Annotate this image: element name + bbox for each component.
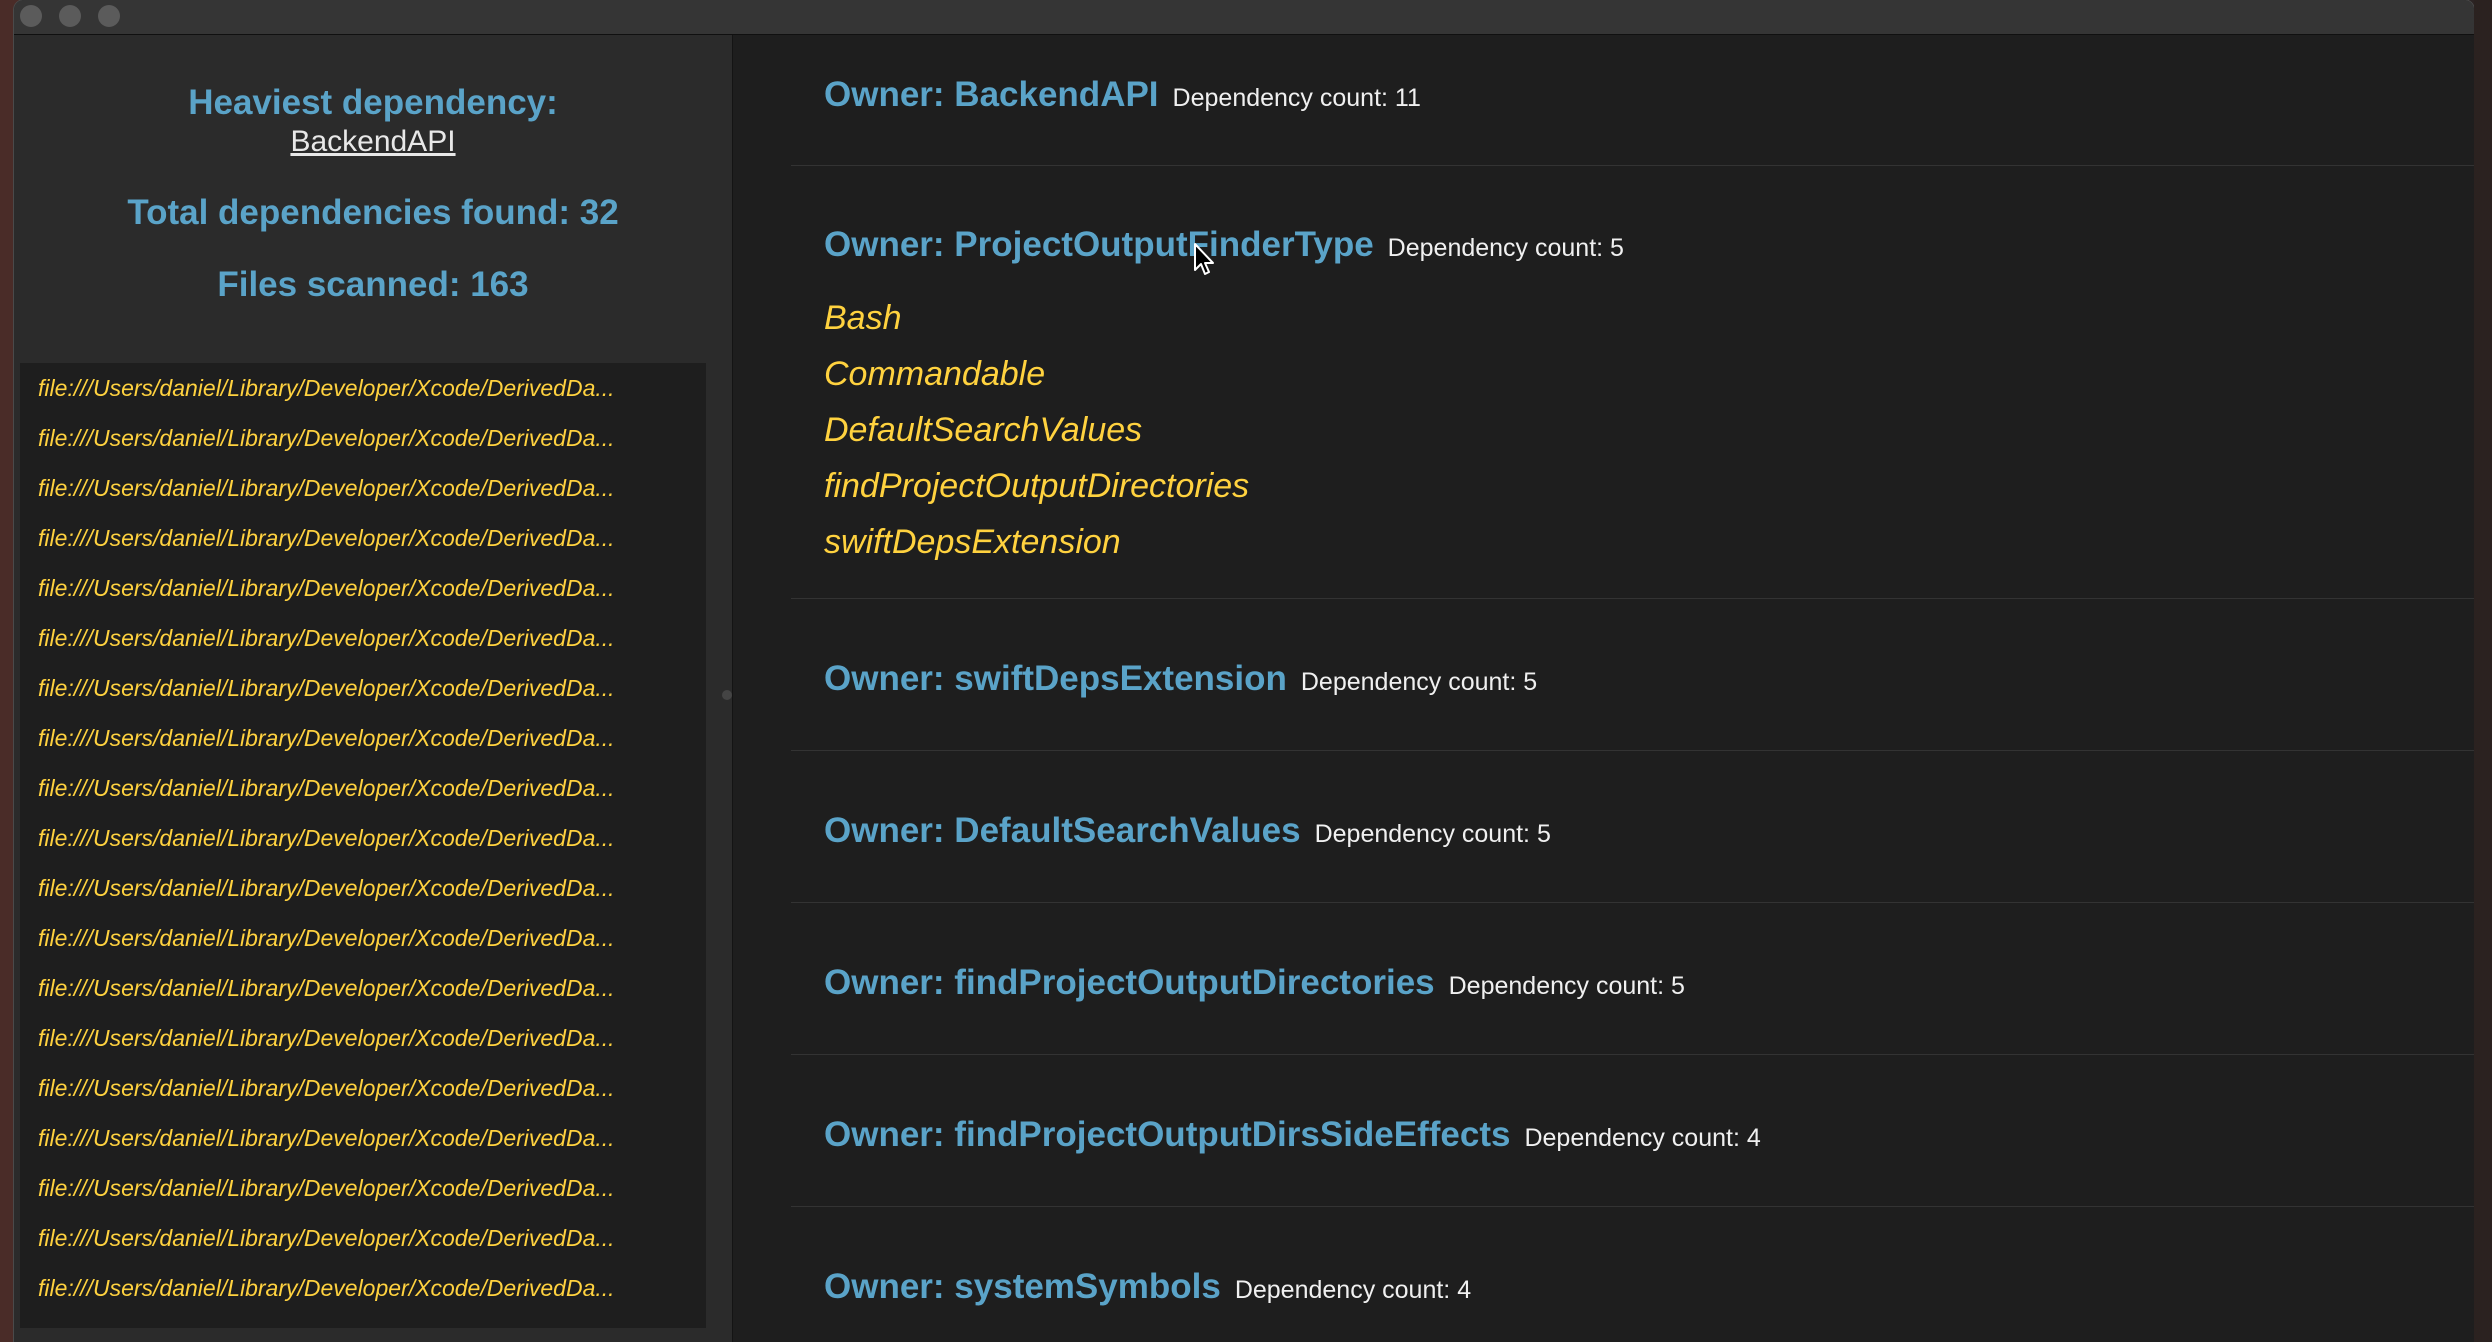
owner-dependency-list[interactable]: Owner: BackendAPI Dependency count: 11 Ow… bbox=[733, 35, 2474, 1342]
dependency-count: Dependency count: 4 bbox=[1524, 1124, 1761, 1152]
owner-name[interactable]: Owner: findProjectOutputDirectories bbox=[824, 963, 1435, 1002]
owner-header: Owner: BackendAPI Dependency count: 11 bbox=[824, 75, 1421, 115]
owner-name[interactable]: Owner: systemSymbols bbox=[824, 1267, 1221, 1306]
owner-name[interactable]: Owner: swiftDepsExtension bbox=[824, 659, 1287, 698]
owner-header: Owner: swiftDepsExtension Dependency coun… bbox=[824, 659, 1537, 699]
heaviest-dependency-row: BackendAPI bbox=[14, 125, 732, 159]
dependency-count: Dependency count: 5 bbox=[1448, 972, 1685, 1000]
owner-section: Owner: systemSymbols Dependency count: 4 bbox=[791, 1207, 2474, 1342]
heaviest-dependency-label: Heaviest dependency: bbox=[188, 83, 558, 122]
dependency-item[interactable]: DefaultSearchValues bbox=[824, 411, 1142, 450]
owner-header: Owner: ProjectOutputFinderType Dependency… bbox=[824, 225, 1624, 265]
dependency-count: Dependency count: 4 bbox=[1234, 1276, 1472, 1304]
title-bar[interactable] bbox=[14, 0, 2474, 35]
minimize-window-button[interactable] bbox=[59, 5, 81, 27]
file-list-item[interactable]: file:///Users/daniel/Library/Developer/X… bbox=[20, 713, 688, 763]
file-list-item[interactable]: file:///Users/daniel/Library/Developer/X… bbox=[20, 913, 688, 963]
close-window-button[interactable] bbox=[20, 5, 42, 27]
owner-name[interactable]: Owner: findProjectOutputDirsSideEffects bbox=[824, 1115, 1510, 1154]
owner-name[interactable]: Owner: BackendAPI bbox=[824, 75, 1159, 114]
file-list-item[interactable]: file:///Users/daniel/Library/Developer/X… bbox=[20, 1163, 688, 1213]
owner-section: Owner: ProjectOutputFinderType Dependency… bbox=[791, 166, 2474, 599]
owner-section: Owner: findProjectOutputDirectories Depen… bbox=[791, 903, 2474, 1055]
summary-sidebar: Heaviest dependency: BackendAPI Total de… bbox=[14, 35, 732, 1342]
file-list-item[interactable]: file:///Users/daniel/Library/Developer/X… bbox=[20, 613, 688, 663]
arrow-cursor-icon bbox=[1194, 243, 1214, 275]
files-scanned-stat: Files scanned: 163 bbox=[217, 265, 529, 304]
file-list-item[interactable]: file:///Users/daniel/Library/Developer/X… bbox=[20, 1213, 688, 1263]
file-list-item[interactable]: file:///Users/daniel/Library/Developer/X… bbox=[20, 363, 688, 413]
file-list-item[interactable]: file:///Users/daniel/Library/Developer/X… bbox=[20, 963, 688, 1013]
file-list-item[interactable]: file:///Users/daniel/Library/Developer/X… bbox=[20, 1013, 688, 1063]
dependency-count: Dependency count: 5 bbox=[1300, 668, 1538, 696]
dependency-item[interactable]: swiftDepsExtension bbox=[824, 523, 1121, 562]
dependency-count: Dependency count: 5 bbox=[1387, 234, 1624, 262]
dependency-item[interactable]: findProjectOutputDirectories bbox=[824, 467, 1249, 506]
file-list-item[interactable]: file:///Users/daniel/Library/Developer/X… bbox=[20, 1063, 688, 1113]
owner-section: Owner: swiftDepsExtension Dependency coun… bbox=[791, 599, 2474, 751]
file-list-item[interactable]: file:///Users/daniel/Library/Developer/X… bbox=[20, 463, 688, 513]
file-list-item[interactable]: file:///Users/daniel/Library/Developer/X… bbox=[20, 1263, 688, 1313]
split-view-drag-handle[interactable] bbox=[722, 690, 732, 700]
owner-header: Owner: systemSymbols Dependency count: 4 bbox=[824, 1267, 1471, 1307]
file-list-item[interactable]: file:///Users/daniel/Library/Developer/X… bbox=[20, 413, 688, 463]
owner-header: Owner: findProjectOutputDirectories Depen… bbox=[824, 963, 1685, 1003]
owner-section: Owner: BackendAPI Dependency count: 11 bbox=[791, 35, 2474, 166]
dependency-count: Dependency count: 5 bbox=[1314, 820, 1551, 848]
desktop-edge bbox=[2474, 0, 2492, 1342]
file-list-item[interactable]: file:///Users/daniel/Library/Developer/X… bbox=[20, 763, 688, 813]
total-dependencies-stat: Total dependencies found: 32 bbox=[127, 193, 619, 232]
file-list-item[interactable]: file:///Users/daniel/Library/Developer/X… bbox=[20, 663, 688, 713]
dependency-item[interactable]: Commandable bbox=[824, 355, 1045, 394]
owner-header: Owner: DefaultSearchValues Dependency cou… bbox=[824, 811, 1551, 851]
file-list-item[interactable]: file:///Users/daniel/Library/Developer/X… bbox=[20, 813, 688, 863]
scanned-files-list[interactable]: file:///Users/daniel/Library/Developer/X… bbox=[20, 363, 706, 1328]
owner-name[interactable]: Owner: DefaultSearchValues bbox=[824, 811, 1301, 850]
file-list-item[interactable]: file:///Users/daniel/Library/Developer/X… bbox=[20, 863, 688, 913]
heaviest-dependency-link[interactable]: BackendAPI bbox=[290, 125, 455, 158]
owner-section: Owner: findProjectOutputDirsSideEffects D… bbox=[791, 1055, 2474, 1207]
owner-section: Owner: DefaultSearchValues Dependency cou… bbox=[791, 751, 2474, 903]
app-window: Heaviest dependency: BackendAPI Total de… bbox=[14, 0, 2474, 1342]
dependency-count: Dependency count: 11 bbox=[1172, 84, 1421, 112]
owner-name[interactable]: Owner: ProjectOutputFinderType bbox=[824, 225, 1374, 264]
file-list-item[interactable]: file:///Users/daniel/Library/Developer/X… bbox=[20, 513, 688, 563]
file-list-item[interactable]: file:///Users/daniel/Library/Developer/X… bbox=[20, 1113, 688, 1163]
dependency-item[interactable]: Bash bbox=[824, 299, 902, 338]
file-list-item[interactable]: file:///Users/daniel/Library/Developer/X… bbox=[20, 563, 688, 613]
zoom-window-button[interactable] bbox=[98, 5, 120, 27]
owner-header: Owner: findProjectOutputDirsSideEffects D… bbox=[824, 1115, 1761, 1155]
